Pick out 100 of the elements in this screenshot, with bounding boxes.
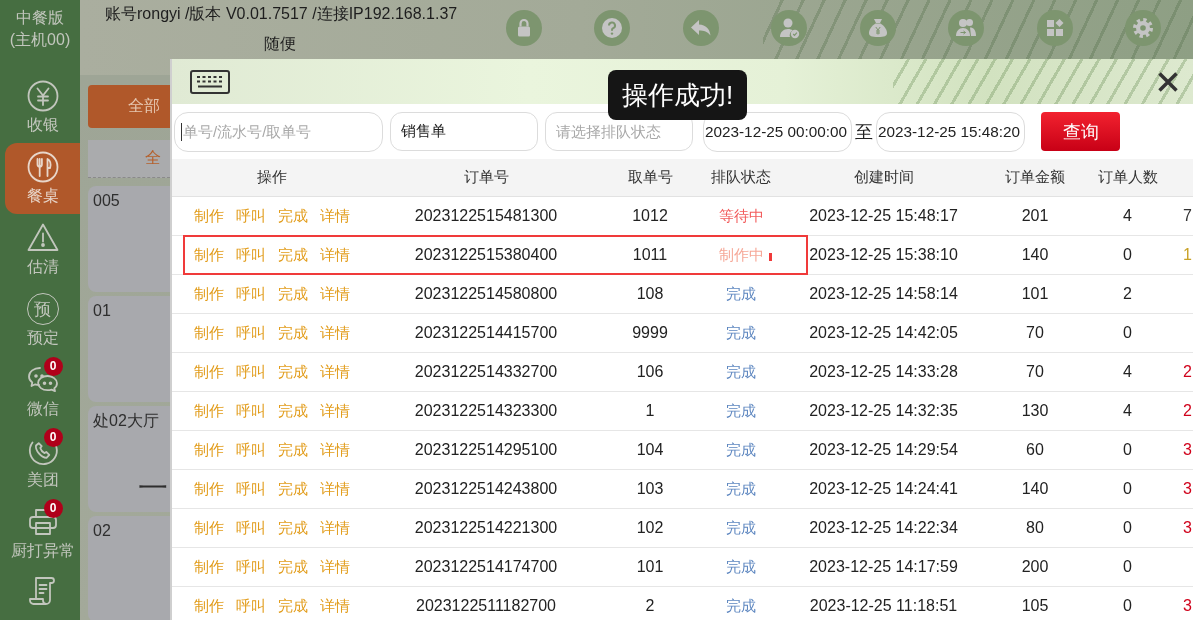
call-link[interactable]: 呼叫 [236, 206, 266, 226]
table-cell-text: 0 [1122, 246, 1133, 264]
call-link[interactable]: 呼叫 [236, 362, 266, 382]
search-field[interactable]: 单号/流水号/取单号 [174, 111, 383, 152]
details-link[interactable]: 详情 [320, 401, 350, 421]
table-cell-text: 80 [1025, 519, 1045, 537]
make-link[interactable]: 制作 [194, 479, 224, 499]
sidebar-item[interactable]: 预 预定 [5, 285, 80, 356]
table-cell-text: 2023122514243800 [413, 480, 559, 498]
call-link[interactable]: 呼叫 [236, 245, 266, 265]
call-link[interactable]: 呼叫 [236, 401, 266, 421]
table-card[interactable]: 005 [88, 186, 170, 292]
order-type-select[interactable]: 销售单 [390, 112, 538, 151]
call-link[interactable]: 呼叫 [236, 518, 266, 538]
user-check-icon[interactable] [771, 10, 807, 46]
two-users-icon[interactable] [948, 10, 984, 46]
table-name: 005 [93, 191, 120, 211]
finish-link[interactable]: 完成 [278, 557, 308, 577]
lock-icon[interactable] [505, 10, 542, 46]
help-icon[interactable] [594, 10, 630, 46]
details-link[interactable]: 详情 [320, 479, 350, 499]
query-button[interactable]: 查询 [1041, 112, 1120, 151]
call-link[interactable]: 呼叫 [236, 284, 266, 304]
keyboard-icon[interactable] [190, 69, 230, 94]
finish-link[interactable]: 完成 [278, 245, 308, 265]
table-card[interactable]: 处02大厅 一 [88, 406, 170, 512]
finish-link[interactable]: 完成 [278, 362, 308, 382]
filter-tab[interactable]: 全 [88, 140, 170, 178]
column-header: 订单金额 [1004, 168, 1066, 187]
table-cell-text: 2023122514323300 [413, 402, 559, 420]
column-header: 订单人数 [1096, 168, 1159, 187]
column-header: 取单号 [626, 168, 674, 187]
table-cell-text: 2023-12-25 14:42:05 [808, 324, 959, 342]
start-date-field[interactable]: 2023-12-25 00:00:00 [703, 111, 852, 152]
money-bag-icon[interactable] [859, 10, 896, 46]
call-link[interactable]: 呼叫 [236, 557, 266, 577]
finish-link[interactable]: 完成 [278, 323, 308, 343]
call-link[interactable]: 呼叫 [236, 479, 266, 499]
table-cell-text: 2023122511182700 [415, 597, 557, 615]
call-link[interactable]: 呼叫 [236, 440, 266, 460]
make-link[interactable]: 制作 [194, 323, 224, 343]
sidebar-item[interactable]: 0 美团 [5, 427, 80, 498]
call-link[interactable]: 呼叫 [236, 323, 266, 343]
details-link[interactable]: 详情 [320, 284, 350, 304]
call-link[interactable]: 呼叫 [236, 596, 266, 616]
finish-link[interactable]: 完成 [278, 479, 308, 499]
table-cell-text: 0 [1122, 480, 1133, 498]
details-link[interactable]: 详情 [320, 596, 350, 616]
table-cell-text: 7 [1182, 207, 1193, 225]
table-card[interactable]: 01 [88, 296, 170, 402]
make-link[interactable]: 制作 [194, 596, 224, 616]
table-cell-text: 70 [1025, 324, 1045, 342]
finish-link[interactable]: 完成 [278, 440, 308, 460]
end-date-field[interactable]: 2023-12-25 15:48:20 [876, 111, 1025, 152]
details-link[interactable]: 详情 [320, 557, 350, 577]
make-link[interactable]: 制作 [194, 518, 224, 538]
table-cell-text: 70 [1025, 363, 1045, 381]
make-link[interactable]: 制作 [194, 206, 224, 226]
finish-link[interactable]: 完成 [278, 284, 308, 304]
make-link[interactable]: 制作 [194, 362, 224, 382]
table-card[interactable]: 02 [88, 516, 170, 620]
make-link[interactable]: 制作 [194, 245, 224, 265]
table-cell-text: 2023-12-25 14:22:34 [808, 519, 959, 537]
make-link[interactable]: 制作 [194, 557, 224, 577]
details-link[interactable]: 详情 [320, 362, 350, 382]
sidebar-item[interactable]: 0 厨打异常 [5, 498, 80, 569]
table-cell-text: 4 [1122, 402, 1133, 420]
finish-link[interactable]: 完成 [278, 596, 308, 616]
settings-icon[interactable] [1125, 10, 1161, 46]
make-link[interactable]: 制作 [194, 440, 224, 460]
table-cell-text: 201 [1020, 207, 1050, 225]
table-cell-text: 2023-12-25 15:48:17 [808, 207, 959, 225]
details-link[interactable]: 详情 [320, 245, 350, 265]
table-cell-text: 103 [635, 480, 665, 498]
sidebar-item[interactable]: 餐桌 [5, 143, 80, 214]
table-cell-text: 108 [635, 285, 665, 303]
queue-status-label: 完成 [726, 479, 756, 499]
table-cell-text: 2023122515380400 [413, 246, 559, 264]
details-link[interactable]: 详情 [320, 440, 350, 460]
table-cell-text: 2 [1182, 363, 1193, 381]
details-link[interactable]: 详情 [320, 518, 350, 538]
sidebar-item[interactable]: 0 微信 [5, 356, 80, 427]
table-cell-text: 60 [1025, 441, 1045, 459]
column-header: 订单号 [462, 168, 510, 187]
sidebar-item[interactable]: 估清 [5, 214, 80, 285]
table-cell-text: 0 [1122, 519, 1133, 537]
shapes-grid-icon[interactable] [1036, 10, 1073, 46]
table-cell-text: 2023-12-25 11:18:51 [808, 597, 959, 615]
finish-link[interactable]: 完成 [278, 206, 308, 226]
filter-button[interactable]: 全部 [88, 85, 170, 128]
make-link[interactable]: 制作 [194, 401, 224, 421]
finish-link[interactable]: 完成 [278, 401, 308, 421]
close-icon[interactable] [1157, 70, 1179, 93]
finish-link[interactable]: 完成 [278, 518, 308, 538]
details-link[interactable]: 详情 [320, 206, 350, 226]
make-link[interactable]: 制作 [194, 284, 224, 304]
details-link[interactable]: 详情 [320, 323, 350, 343]
table-cell-text: 2023-12-25 14:24:41 [808, 480, 959, 498]
table-cell-text: 2023122514221300 [413, 519, 559, 537]
sidebar-item[interactable]: 收银 [5, 72, 80, 143]
